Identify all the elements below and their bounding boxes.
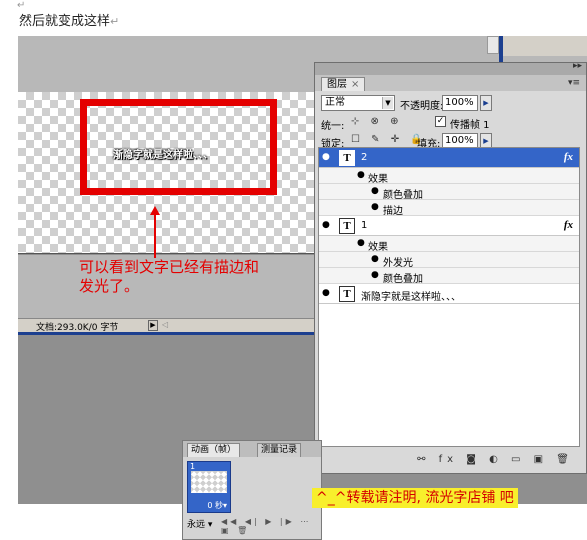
doc-caption: 然后就变成这样↵: [19, 10, 119, 29]
eye-icon[interactable]: ●: [371, 254, 379, 264]
layers-tab-row: 图层 × ▾≡: [315, 75, 586, 91]
effect-label: 外发光: [383, 258, 413, 269]
paragraph-mark-icon: ↵: [110, 15, 120, 28]
panel-menu-icon[interactable]: ▾≡: [568, 78, 580, 88]
fx-icon[interactable]: fx: [564, 151, 573, 163]
eye-icon[interactable]: ●: [371, 202, 379, 212]
opacity-slider-arrow-icon[interactable]: ▶: [480, 95, 492, 111]
unify-row: 统一: ⊹ ⊗ ⊕ ✓ 传播帧 1: [319, 113, 581, 132]
layer-list: ● T 2 fx ● 效果 ● 颜色叠加 ● 描边 ● T 1 fx ● 效果 …: [318, 147, 580, 447]
effect-label: 颜色叠加: [383, 274, 423, 285]
opacity-label: 不透明度:: [400, 101, 444, 112]
effects-label: 效果: [368, 174, 388, 185]
eye-icon[interactable]: ●: [371, 270, 379, 280]
animation-panel: 动画（帧） 测量记录 1 0 秒▾ 永远 ▾ ◀◀ ◀| ▶ |▶ ⋯ ▣ 🗑: [182, 440, 322, 540]
layer-row-text[interactable]: ● T 渐隐字就是这样啦、、、: [319, 284, 579, 304]
effects-row[interactable]: ● 效果: [319, 236, 579, 253]
layer-name: 渐隐字就是这样啦、、、: [361, 292, 461, 303]
effect-row[interactable]: ● 颜色叠加: [319, 268, 579, 285]
layer-name: 2: [361, 152, 368, 163]
lock-buttons-icon[interactable]: ☐ ✎ ✛ 🔒: [351, 134, 427, 145]
propagate-frame-checkbox[interactable]: ✓: [435, 116, 446, 127]
blend-mode-value: 正常: [325, 97, 345, 108]
layer-name: 1: [361, 220, 368, 231]
propagate-frame-label: 传播帧 1: [450, 120, 490, 131]
effects-label: 效果: [368, 242, 388, 253]
scroll-left-icon[interactable]: ◁: [162, 320, 174, 331]
text-layer-icon: T: [339, 286, 355, 302]
close-icon[interactable]: ×: [351, 79, 359, 90]
vertical-scrollbar[interactable]: [487, 36, 499, 54]
arrow-line: [154, 214, 156, 258]
eye-icon[interactable]: ●: [357, 238, 365, 248]
statusbar-blue-edge: [18, 332, 316, 335]
layers-panel-toolbar[interactable]: ⚯ fx ◙ ◐ ▭ ▣ 🗑: [318, 451, 580, 469]
effect-row[interactable]: ● 描边: [319, 200, 579, 217]
layers-panel-titlebar[interactable]: ▸▸: [315, 61, 586, 75]
eye-icon[interactable]: ●: [322, 288, 330, 298]
photoshop-workspace: 渐隐字就是这样啦、、、 可以看到文字已经有描边和 发光了。 文档:293.0K/…: [18, 36, 587, 540]
tab-layers[interactable]: 图层 ×: [321, 77, 366, 91]
unify-buttons-icon[interactable]: ⊹ ⊗ ⊕: [351, 116, 403, 127]
effect-row[interactable]: ● 颜色叠加: [319, 184, 579, 201]
statusbar-menu-arrow-icon[interactable]: ▶: [148, 320, 158, 331]
eye-icon[interactable]: ●: [371, 186, 379, 196]
effects-row[interactable]: ● 效果: [319, 168, 579, 185]
watermark-banner: ^_^转载请注明, 流光字店铺 吧: [312, 488, 518, 508]
annotation-text: 可以看到文字已经有描边和 发光了。: [79, 258, 309, 296]
canvas-text-layer: 渐隐字就是这样啦、、、: [113, 150, 213, 161]
frame-number: 1: [190, 462, 196, 471]
blend-opacity-row: 正常 ▼ 不透明度: 100% ▶: [319, 93, 581, 112]
layers-panel: ▸▸ 图层 × ▾≡ 正常 ▼ 不透明度: 100% ▶ 统一: ⊹ ⊗ ⊕ ✓ …: [314, 61, 587, 474]
tab-measurement-log[interactable]: 测量记录: [257, 443, 302, 457]
animation-frame[interactable]: 1 0 秒▾: [187, 461, 231, 513]
workspace-right-strip: [501, 36, 587, 56]
annotation-line-2: 发光了。: [79, 277, 140, 295]
layer-row-1[interactable]: ● T 1 fx: [319, 216, 579, 236]
caption-text: 然后就变成这样: [19, 14, 111, 29]
collapse-panel-icon[interactable]: ▸▸: [573, 61, 582, 71]
animation-tab-row: 动画（帧） 测量记录: [183, 441, 321, 457]
eye-icon[interactable]: ●: [322, 152, 330, 162]
frame-delay-select[interactable]: 0 秒▾: [207, 500, 227, 511]
tab-animation-frames[interactable]: 动画（帧）: [187, 443, 241, 457]
effect-label: 颜色叠加: [383, 190, 423, 201]
eye-icon[interactable]: ●: [357, 170, 365, 180]
document-statusbar: 文档:293.0K/0 字节 ▶ ◁: [18, 318, 316, 333]
effect-label: 描边: [383, 206, 403, 217]
fx-icon[interactable]: fx: [564, 219, 573, 231]
loop-select[interactable]: 永远 ▾: [187, 517, 212, 530]
eye-icon[interactable]: ●: [322, 220, 330, 230]
text-layer-icon: T: [339, 150, 355, 166]
effect-row[interactable]: ● 外发光: [319, 252, 579, 269]
chevron-down-icon[interactable]: ▼: [382, 97, 393, 109]
unify-label: 统一:: [321, 121, 345, 132]
frame-thumbnail: [191, 471, 227, 493]
blend-mode-select[interactable]: 正常 ▼: [321, 95, 395, 111]
animation-controls: 永远 ▾ ◀◀ ◀| ▶ |▶ ⋯ ▣ 🗑: [183, 517, 321, 535]
playback-buttons-icon[interactable]: ◀◀ ◀| ▶ |▶ ⋯ ▣ 🗑: [221, 517, 321, 535]
text-layer-icon: T: [339, 218, 355, 234]
annotation-line-1: 可以看到文字已经有描边和: [79, 258, 260, 276]
layer-row-2[interactable]: ● T 2 fx: [319, 148, 579, 168]
tab-layers-label: 图层: [327, 79, 347, 90]
opacity-input[interactable]: 100%: [442, 95, 478, 111]
